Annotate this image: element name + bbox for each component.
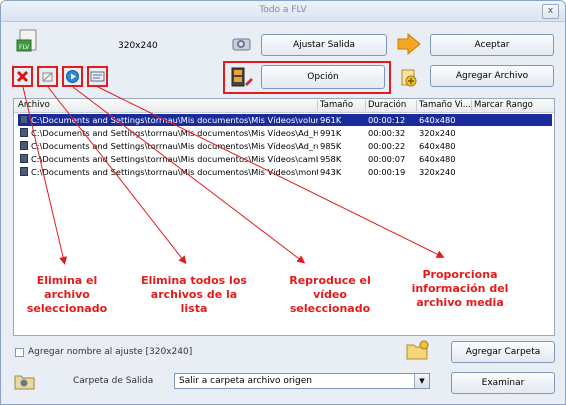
aceptar-button[interactable]: Aceptar (430, 34, 554, 56)
col-tamano-video[interactable]: Tamaño Vi... (419, 100, 471, 110)
table-row[interactable]: C:\Documents and Settings\torrnau\Mis do… (18, 140, 552, 152)
cell-tamano: 991K (320, 128, 342, 138)
annotation-play: Reproduce el vídeo seleccionado (289, 274, 371, 315)
chevron-down-icon[interactable]: ▼ (414, 374, 429, 388)
cell-archivo: C:\Documents and Settings\torrnau\Mis do… (31, 141, 318, 151)
col-divider[interactable] (471, 100, 472, 111)
cell-tamano: 943K (320, 167, 342, 177)
video-file-icon (20, 141, 28, 150)
cell-tamano: 985K (320, 141, 342, 151)
main-window: Todo a FLV x FLV 320x240 Ajustar Salida … (0, 0, 566, 405)
video-file-icon (20, 167, 28, 176)
cell-tamano-video: 640x480 (419, 115, 456, 125)
annotation-info: Proporciona información del archivo medi… (411, 268, 509, 309)
col-duracion[interactable]: Duración (368, 100, 416, 110)
table-header: Archivo Tamaño Duración Tamaño Vi... Mar… (14, 99, 554, 113)
carpeta-salida-value: Salir a carpeta archivo origen (179, 376, 313, 386)
media-info-icon[interactable] (90, 69, 105, 84)
title-bar: Todo a FLV x (1, 1, 565, 22)
cell-duracion: 00:00:19 (368, 167, 406, 177)
opcion-button[interactable]: Opción (261, 65, 385, 89)
carpeta-salida-select[interactable]: Salir a carpeta archivo origen ▼ (174, 373, 430, 389)
carpeta-salida-label: Carpeta de Salida (73, 376, 154, 386)
camera-settings-icon[interactable] (232, 34, 254, 54)
cell-duracion: 00:00:12 (368, 115, 406, 125)
col-archivo[interactable]: Archivo (18, 100, 50, 110)
cell-archivo: C:\Documents and Settings\torrnau\Mis do… (31, 154, 318, 164)
ajustar-salida-button[interactable]: Ajustar Salida (261, 34, 387, 56)
agregar-nombre-label: Agregar nombre al ajuste [320x240] (28, 347, 193, 357)
cell-archivo: C:\Documents and Settings\torrnau\Mis do… (31, 167, 318, 177)
col-divider[interactable] (416, 100, 417, 111)
play-icon[interactable] (65, 69, 80, 84)
cell-tamano-video: 320x240 (419, 167, 456, 177)
agregar-nombre-checkbox[interactable] (15, 348, 24, 357)
flv-file-icon: FLV (16, 29, 37, 52)
clear-list-icon[interactable] (40, 69, 55, 84)
cell-duracion: 00:00:07 (368, 154, 406, 164)
cell-tamano: 958K (320, 154, 342, 164)
col-marcar-rango[interactable]: Marcar Rango (474, 100, 554, 110)
video-file-icon (20, 154, 28, 163)
cell-archivo: C:\Documents and Settings\torrnau\Mis do… (31, 115, 318, 125)
agregar-archivo-button[interactable]: Agregar Archivo (430, 65, 554, 87)
annotation-delete: Elimina el archivo seleccionado (26, 274, 108, 315)
cell-tamano-video: 640x480 (419, 154, 456, 164)
output-folder-icon (14, 375, 35, 390)
col-tamano[interactable]: Tamaño (320, 100, 366, 110)
table-row[interactable]: C:\Documents and Settings\torrnau\Mis do… (18, 153, 552, 165)
video-file-icon (20, 128, 28, 137)
agregar-carpeta-button[interactable]: Agregar Carpeta (451, 341, 555, 363)
add-file-icon (401, 69, 417, 87)
table-row[interactable]: C:\Documents and Settings\torrnau\Mis do… (18, 166, 552, 178)
video-file-icon (20, 115, 28, 124)
arrow-right-icon (397, 32, 421, 56)
col-divider[interactable] (317, 100, 318, 111)
annotation-clear: Elimina todos los archivos de la lista (141, 274, 247, 315)
window-title: Todo a FLV (259, 5, 307, 15)
cell-tamano: 961K (320, 115, 342, 125)
col-divider[interactable] (365, 100, 366, 111)
delete-icon[interactable] (15, 69, 30, 84)
resolution-label: 320x240 (118, 41, 158, 51)
cell-duracion: 00:00:32 (368, 128, 406, 138)
flv-badge-text: FLV (19, 44, 30, 51)
close-button[interactable]: x (542, 4, 559, 19)
film-options-icon (231, 67, 253, 87)
table-row[interactable]: C:\Documents and Settings\torrnau\Mis do… (18, 114, 552, 126)
examinar-button[interactable]: Examinar (451, 372, 555, 394)
cell-tamano-video: 320x240 (419, 128, 456, 138)
cell-archivo: C:\Documents and Settings\torrnau\Mis do… (31, 128, 318, 138)
add-folder-icon (406, 340, 429, 360)
cell-duracion: 00:00:22 (368, 141, 406, 151)
table-row[interactable]: C:\Documents and Settings\torrnau\Mis do… (18, 127, 552, 139)
cell-tamano-video: 640x480 (419, 141, 456, 151)
